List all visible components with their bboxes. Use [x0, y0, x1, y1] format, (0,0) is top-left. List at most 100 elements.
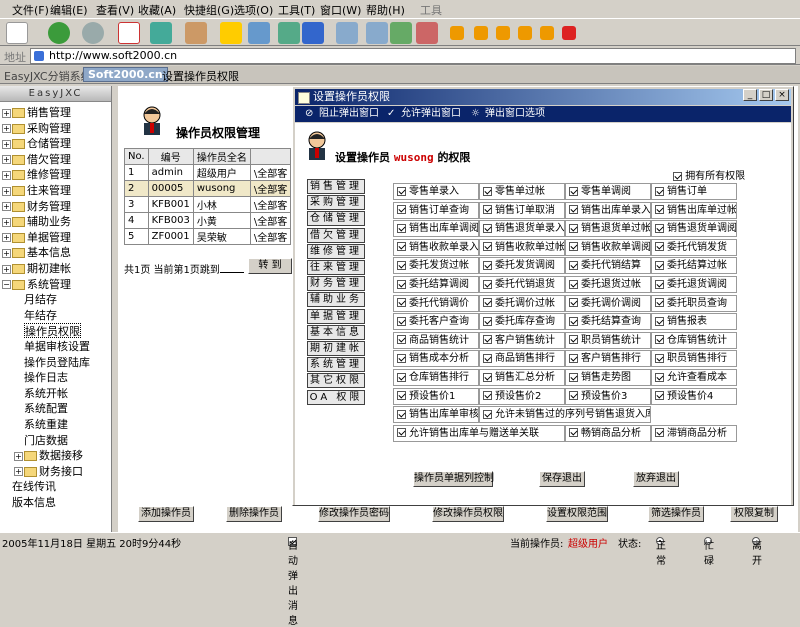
check-icon[interactable]: [483, 260, 492, 270]
category-button[interactable]: 辅助业务: [307, 292, 365, 308]
sidebar-subitem[interactable]: + 财务接口: [14, 464, 83, 479]
permission-checkbox[interactable]: 销售报表: [651, 313, 737, 331]
permission-checkbox[interactable]: 商品销售排行: [479, 350, 565, 368]
list-icon[interactable]: [366, 22, 388, 44]
check-icon[interactable]: [397, 335, 406, 345]
permission-checkbox[interactable]: 仓库销售排行: [393, 369, 479, 386]
permission-checkbox[interactable]: 委托结算查询: [565, 313, 651, 331]
sidebar-item[interactable]: + 期初建帐: [2, 261, 71, 276]
permission-checkbox[interactable]: 预设售价1: [393, 387, 479, 405]
sidebar-subitem[interactable]: 门店数据: [24, 433, 68, 448]
check-icon[interactable]: [655, 260, 664, 270]
category-button[interactable]: 采购管理: [307, 195, 365, 211]
permission-checkbox[interactable]: 销售退货单过帐: [565, 220, 651, 238]
check-icon[interactable]: [569, 186, 578, 196]
category-button[interactable]: 借欠管理: [307, 227, 365, 243]
check-icon[interactable]: [655, 353, 664, 363]
permission-checkbox[interactable]: 委托退货过帐: [565, 276, 651, 293]
permission-checkbox[interactable]: 畅销商品分析: [565, 424, 651, 442]
bottom-button[interactable]: 添加操作员: [138, 506, 194, 522]
check-icon[interactable]: [655, 316, 664, 326]
bottom-button[interactable]: 修改操作员权限: [432, 506, 504, 522]
permission-checkbox[interactable]: 委托发货过帐: [393, 257, 479, 275]
sidebar-item[interactable]: 在线传讯: [12, 479, 56, 494]
category-button[interactable]: 维修管理: [307, 243, 365, 259]
permission-checkbox[interactable]: 销售收款单录入: [393, 238, 479, 256]
check-icon[interactable]: [483, 391, 492, 401]
close-button[interactable]: ×: [775, 89, 789, 101]
sidebar-subitem[interactable]: 操作日志: [24, 370, 68, 385]
permission-checkbox[interactable]: 商品销售统计: [393, 331, 479, 349]
check-icon[interactable]: [569, 223, 578, 233]
sidebar-item[interactable]: + 销售管理: [2, 105, 71, 120]
check-icon[interactable]: [655, 335, 664, 345]
check-icon[interactable]: [483, 223, 492, 233]
sidebar-item[interactable]: + 维修管理: [2, 167, 71, 182]
menu-item[interactable]: 选项(O): [234, 2, 273, 18]
check-icon[interactable]: [397, 372, 406, 382]
sidebar-item[interactable]: + 单据管理: [2, 230, 71, 245]
permission-checkbox[interactable]: 预设售价2: [479, 387, 565, 405]
table-row[interactable]: 1 admin 超级用户 \全部客: [124, 164, 292, 181]
category-button[interactable]: OA 权限: [307, 389, 365, 405]
sidebar-subitem[interactable]: 年结存: [24, 308, 57, 323]
permission-checkbox[interactable]: 职员销售统计: [565, 331, 651, 349]
sidebar-item[interactable]: + 辅助业务: [2, 214, 71, 229]
forward-icon[interactable]: [82, 22, 104, 44]
current-tab[interactable]: 设置操作员权限: [162, 68, 239, 84]
permission-checkbox[interactable]: 仓库销售统计: [651, 331, 737, 349]
permission-checkbox[interactable]: 销售退货单调阅: [651, 220, 737, 238]
check-icon[interactable]: [569, 205, 578, 215]
sidebar-item[interactable]: + 仓储管理: [2, 136, 71, 151]
grid-icon[interactable]: [336, 22, 358, 44]
bottom-button[interactable]: 筛选操作员: [648, 506, 704, 522]
window-icon[interactable]: [278, 22, 300, 44]
permission-checkbox[interactable]: 允许未销售过的序列号销售退货入库: [479, 406, 651, 424]
check-icon[interactable]: [483, 372, 492, 382]
sidebar-subitem[interactable]: 单据审核设置: [24, 339, 90, 354]
permission-checkbox[interactable]: 销售退货单录入: [479, 220, 565, 238]
check-icon[interactable]: [397, 316, 406, 326]
permission-checkbox[interactable]: 销售订单查询: [393, 201, 479, 219]
category-button[interactable]: 其它权限: [307, 373, 365, 389]
check-icon[interactable]: [397, 205, 406, 215]
permission-checkbox[interactable]: 委托结算调阅: [393, 276, 479, 293]
sidebar-item[interactable]: + 财务管理: [2, 199, 71, 214]
check-icon[interactable]: [397, 298, 406, 308]
category-button[interactable]: 财务管理: [307, 276, 365, 292]
menu-item[interactable]: 窗口(W): [320, 2, 361, 18]
table-row[interactable]: 4 KFB003 小黄 \全部客: [124, 212, 292, 229]
check-icon[interactable]: [483, 279, 492, 289]
dialog-button[interactable]: 保存退出: [539, 471, 585, 487]
edit-icon[interactable]: [390, 22, 412, 44]
check-icon[interactable]: [397, 391, 406, 401]
category-button[interactable]: 单据管理: [307, 308, 365, 324]
check-icon[interactable]: [483, 186, 492, 196]
table-row[interactable]: 3 KFB001 小林 \全部客: [124, 196, 292, 213]
permission-checkbox[interactable]: 销售收款单过帐: [479, 238, 565, 256]
check-icon[interactable]: [397, 409, 406, 419]
maximize-button[interactable]: □: [759, 89, 773, 101]
permission-checkbox[interactable]: 委托结算过帐: [651, 257, 737, 275]
permission-checkbox[interactable]: 委托退货调阅: [651, 276, 737, 293]
permission-checkbox[interactable]: 允许查看成本: [651, 369, 737, 386]
back-icon[interactable]: [48, 22, 70, 44]
check-icon[interactable]: [397, 353, 406, 363]
permission-checkbox[interactable]: 销售出库单审核: [393, 406, 479, 424]
check-icon[interactable]: [569, 260, 578, 270]
check-icon[interactable]: [397, 260, 406, 270]
permission-checkbox[interactable]: 委托库存查询: [479, 313, 565, 331]
check-icon[interactable]: [655, 428, 664, 438]
sidebar-subitem[interactable]: 操作员登陆库: [24, 355, 90, 370]
all-rights-check-icon[interactable]: [673, 171, 682, 181]
undo-icon[interactable]: [302, 22, 324, 44]
dialog-button[interactable]: 操作员单据列控制: [413, 471, 494, 487]
check-icon[interactable]: [483, 316, 492, 326]
stop-icon[interactable]: [118, 22, 140, 44]
permission-checkbox[interactable]: 委托代销结算: [565, 257, 651, 275]
sidebar-subitem[interactable]: 操作员权限: [24, 323, 81, 339]
sidebar-item[interactable]: − 系统管理: [2, 277, 71, 292]
permission-checkbox[interactable]: 零售单过帐: [479, 183, 565, 200]
sidebar-subitem[interactable]: 系统开帐: [24, 386, 68, 401]
bottom-button[interactable]: 设置权限范围: [546, 506, 608, 522]
